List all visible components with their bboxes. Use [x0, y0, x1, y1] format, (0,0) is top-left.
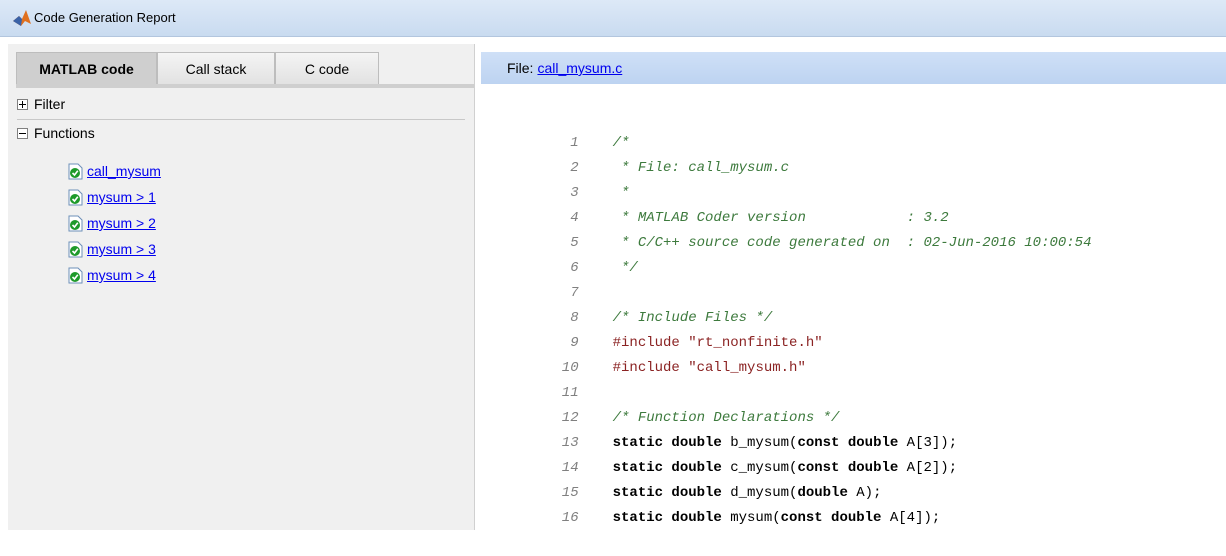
function-list: call_mysum mysum > 1 mysum > 2 mysum > 3… [68, 158, 161, 288]
function-link[interactable]: mysum > 1 [87, 189, 156, 205]
functions-label: Functions [34, 125, 95, 141]
code-line: 10 #include "call_mysum.h" [481, 331, 806, 376]
filter-section-header[interactable]: Filter [17, 93, 467, 115]
filter-label: Filter [34, 96, 66, 112]
function-link[interactable]: mysum > 4 [87, 267, 156, 283]
function-item-mysum-4[interactable]: mysum > 4 [68, 262, 161, 288]
code-comment: */ [612, 260, 638, 276]
code-line: 11 [481, 356, 579, 401]
title-bar: Code Generation Report [0, 0, 1226, 37]
code-line: 3 * [481, 156, 629, 201]
function-item-call-mysum[interactable]: call_mysum [68, 158, 161, 184]
function-item-mysum-1[interactable]: mysum > 1 [68, 184, 161, 210]
code-line: 6 */ [481, 231, 638, 276]
tab-c-code[interactable]: C code [275, 52, 379, 84]
collapse-minus-icon[interactable] [17, 127, 28, 139]
functions-section-header[interactable]: Functions [17, 122, 467, 144]
divider [17, 119, 465, 120]
tab-call-stack[interactable]: Call stack [157, 52, 275, 84]
file-check-icon [68, 189, 83, 205]
function-item-mysum-2[interactable]: mysum > 2 [68, 210, 161, 236]
code-line: 2 * File: call_mysum.c [481, 131, 789, 176]
window-title: Code Generation Report [34, 10, 176, 25]
code-line: 12/* Function Declarations */ [481, 381, 840, 426]
tab-matlab-code[interactable]: MATLAB code [16, 52, 157, 84]
code-line: 7 [481, 256, 578, 301]
code-directive: #include [612, 360, 680, 376]
code-keyword: static double [612, 510, 722, 526]
code-comment: * C/C++ source code generated on : 02-Ju… [612, 235, 1092, 251]
navigation-panel: MATLAB code Call stack C code Filter Fun… [8, 44, 475, 530]
code-line: 4 * MATLAB Coder version : 3.2 [481, 181, 948, 226]
tab-bar: MATLAB code Call stack C code [16, 52, 476, 88]
code-keyword: const double [780, 510, 882, 526]
file-link[interactable]: call_mysum.c [537, 60, 622, 76]
line-number: 16 [561, 510, 579, 526]
code-line: 14 static double c_mysum(const double A[2… [481, 431, 957, 476]
code-line: 1/* [481, 106, 629, 151]
matlab-logo-icon [13, 10, 31, 26]
function-item-mysum-3[interactable]: mysum > 3 [68, 236, 161, 262]
file-check-icon [68, 163, 83, 179]
code-line: 8/* Include Files */ [481, 281, 772, 326]
code-line: 13 static double b_mysum(const double A[3… [481, 406, 957, 451]
code-comment: * File: call_mysum.c [612, 160, 790, 176]
function-link[interactable]: call_mysum [87, 163, 161, 179]
code-line: 9 #include "rt_nonfinite.h" [481, 306, 822, 351]
code-string: "call_mysum.h" [679, 360, 806, 376]
function-link[interactable]: mysum > 3 [87, 241, 156, 257]
file-check-icon [68, 215, 83, 231]
file-check-icon [68, 241, 83, 257]
file-check-icon [68, 267, 83, 283]
code-line: 5 * C/C++ source code generated on : 02-… [481, 206, 1091, 251]
expand-plus-icon[interactable] [17, 98, 28, 110]
code-text: mysum( [721, 510, 781, 526]
code-text: A[2]); [898, 460, 958, 476]
code-view[interactable]: 1/* 2 * File: call_mysum.c 3 * 4 * MATLA… [481, 84, 1226, 530]
file-header: File: call_mysum.c [481, 52, 1226, 85]
code-text: A[4]); [881, 510, 941, 526]
tab-underline [16, 84, 474, 88]
code-line: 16 static double mysum(const double A[4])… [481, 481, 940, 526]
code-line: 15 static double d_mysum(double A); [481, 456, 882, 501]
function-link[interactable]: mysum > 2 [87, 215, 156, 231]
file-label: File: [507, 60, 534, 76]
